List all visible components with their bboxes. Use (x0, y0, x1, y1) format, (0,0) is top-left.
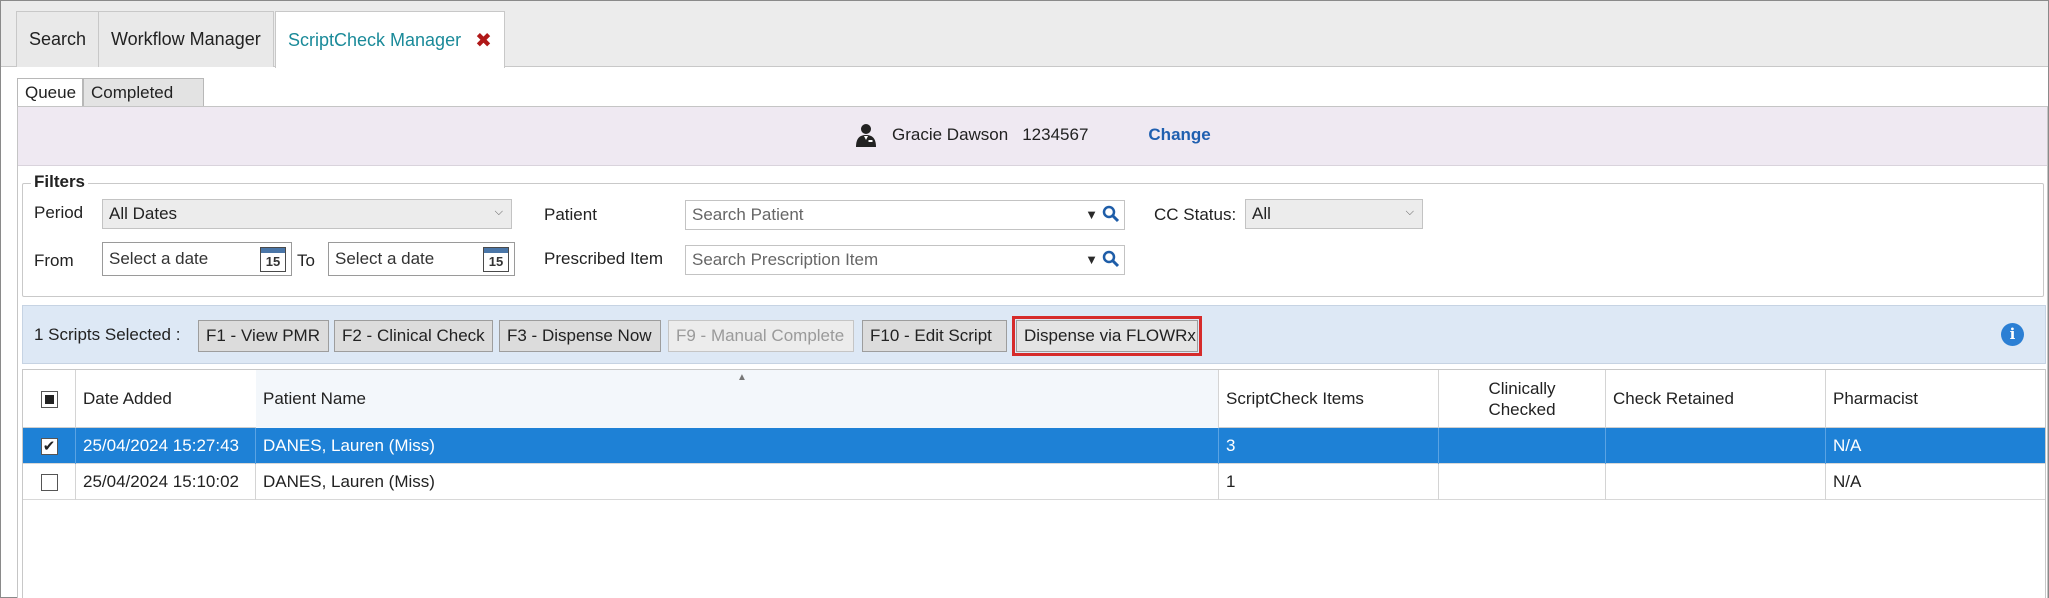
tab-label: Completed (91, 82, 174, 102)
grid-header: Date Added ▲ Patient Name ScriptCheck It… (23, 370, 2045, 428)
tab-scriptcheck-manager[interactable]: ScriptCheck Manager ✖ (275, 11, 505, 68)
top-tab-bar: Search Workflow Manager ScriptCheck Mana… (1, 1, 2048, 68)
row-checkbox[interactable]: ✔ (40, 437, 58, 455)
date-added-cell: 25/04/2024 15:27:43 (76, 428, 256, 464)
prescribed-item-label: Prescribed Item (544, 249, 664, 268)
edit-script-button[interactable]: F10 - Edit Script (862, 320, 1007, 352)
select-all-cell (23, 370, 76, 428)
manual-complete-button[interactable]: F9 - Manual Complete (668, 320, 854, 352)
dropdown-arrow-icon[interactable]: ▼ (1085, 252, 1098, 267)
tab-queue[interactable]: Queue (17, 78, 83, 107)
patient-search-placeholder: Search Patient (692, 205, 804, 224)
tab-label: Workflow Manager (111, 29, 261, 49)
to-date-placeholder: Select a date (335, 249, 435, 268)
patient-filter-label: Patient (544, 205, 597, 224)
chevron-down-icon: ⌵ (494, 206, 503, 218)
row-checkbox-cell (23, 464, 76, 500)
patient-bar: Gracie Dawson 1234567 Change (18, 107, 2047, 166)
clinical-check-button[interactable]: F2 - Clinical Check (334, 320, 493, 352)
patient-name: Gracie Dawson (892, 125, 1009, 144)
dispense-via-flowrx-button[interactable]: Dispense via FLOWRx (1012, 316, 1202, 356)
column-header-pharmacist[interactable]: Pharmacist (1826, 370, 2045, 428)
scripts-grid: Date Added ▲ Patient Name ScriptCheck It… (22, 369, 2046, 598)
check-retained-cell (1606, 464, 1826, 500)
scriptcheck-items-cell: 1 (1219, 464, 1439, 500)
row-checkbox-cell: ✔ (23, 428, 76, 464)
view-pmr-button[interactable]: F1 - View PMR (198, 320, 329, 352)
select-all-checkbox[interactable] (40, 390, 58, 408)
tab-completed[interactable]: Completed (83, 78, 204, 106)
calendar-icon[interactable]: 15 (483, 247, 509, 272)
clinically-checked-cell (1439, 428, 1606, 464)
search-tools: ▼ (1085, 205, 1120, 223)
cc-status-value: All (1252, 204, 1271, 223)
search-icon[interactable] (1102, 205, 1120, 223)
tab-label: Search (29, 29, 87, 49)
from-date-field[interactable]: Select a date 15 (102, 242, 292, 276)
tab-label: Queue (25, 83, 77, 102)
column-label: Patient Name (263, 389, 366, 408)
period-label: Period (34, 203, 84, 222)
search-tools: ▼ (1085, 250, 1120, 268)
sort-ascending-icon: ▲ (737, 372, 747, 383)
patient-id: 1234567 (1022, 125, 1089, 144)
to-label: To (297, 251, 315, 270)
close-icon[interactable]: ✖ (475, 28, 492, 53)
search-icon[interactable] (1102, 250, 1120, 268)
queue-panel: Gracie Dawson 1234567 Change Filters Per… (17, 106, 2048, 598)
row-checkbox[interactable] (40, 473, 58, 491)
check-retained-cell (1606, 428, 1826, 464)
pharmacist-cell: N/A (1833, 472, 1862, 491)
to-date-field[interactable]: Select a date 15 (328, 242, 515, 276)
pharmacist-cell: N/A (1833, 436, 1862, 455)
chevron-down-icon: ⌵ (1405, 206, 1414, 218)
prescription-item-search-input[interactable]: Search Prescription Item ▼ (685, 245, 1125, 275)
tab-search[interactable]: Search (16, 11, 100, 67)
cc-status-select[interactable]: All ⌵ (1245, 199, 1423, 229)
clinically-checked-cell (1439, 464, 1606, 500)
action-toolbar: 1 Scripts Selected : F1 - View PMR F2 - … (22, 305, 2046, 364)
dropdown-arrow-icon[interactable]: ▼ (1085, 207, 1098, 222)
prescription-item-placeholder: Search Prescription Item (692, 250, 879, 269)
column-header-check-retained[interactable]: Check Retained (1606, 370, 1826, 428)
column-header-patient-name[interactable]: ▲ Patient Name (256, 370, 1219, 428)
column-label: Clinically Checked (1488, 379, 1556, 419)
change-patient-link[interactable]: Change (1148, 125, 1210, 145)
dispense-now-button[interactable]: F3 - Dispense Now (499, 320, 661, 352)
patient-search-input[interactable]: Search Patient ▼ (685, 200, 1125, 230)
calendar-icon[interactable]: 15 (260, 247, 286, 272)
selected-count-label: 1 Scripts Selected : (34, 325, 181, 344)
filters-legend: Filters (31, 172, 89, 192)
from-label: From (34, 251, 74, 270)
scriptcheck-items-cell: 3 (1219, 428, 1439, 464)
column-header-scriptcheck-items[interactable]: ScriptCheck Items (1219, 370, 1439, 428)
tab-workflow-manager[interactable]: Workflow Manager (98, 11, 274, 67)
column-header-clinically-checked[interactable]: Clinically Checked (1439, 370, 1606, 428)
from-date-placeholder: Select a date (109, 249, 209, 268)
cc-status-label: CC Status: (1154, 205, 1237, 224)
app-window: Search Workflow Manager ScriptCheck Mana… (0, 0, 2049, 598)
tab-label: ScriptCheck Manager (288, 29, 462, 50)
patient-name-cell: DANES, Lauren (Miss) (256, 464, 1219, 500)
patient-info: Gracie Dawson 1234567 Change (854, 123, 1211, 147)
person-icon (856, 124, 876, 147)
filters-group: Filters Period All Dates ⌵ From Select a… (22, 172, 2044, 297)
period-select[interactable]: All Dates ⌵ (102, 199, 512, 229)
info-icon[interactable]: i (2001, 323, 2024, 346)
period-value: All Dates (109, 204, 178, 223)
table-row[interactable]: ✔ 25/04/2024 15:27:43 DANES, Lauren (Mis… (23, 428, 2045, 464)
patient-name-cell: DANES, Lauren (Miss) (256, 428, 1219, 464)
date-added-cell: 25/04/2024 15:10:02 (76, 464, 256, 500)
table-row[interactable]: 25/04/2024 15:10:02 DANES, Lauren (Miss)… (23, 464, 2045, 500)
